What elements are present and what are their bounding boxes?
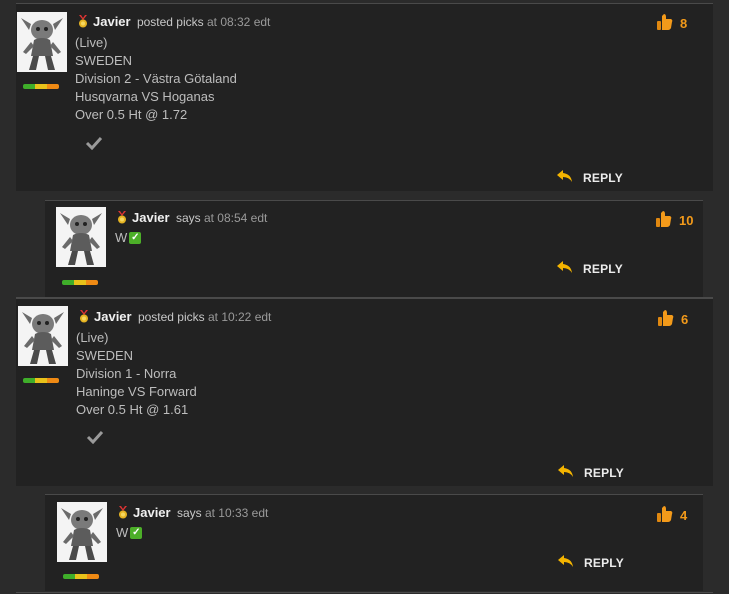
like-button[interactable]: 8 (656, 13, 687, 34)
pick-line: Husqvarna VS Hoganas (75, 89, 215, 104)
rank-bar (23, 378, 59, 383)
post-time: at 10:22 edt (207, 310, 272, 324)
pick-line: Over 0.5 Ht @ 1.61 (76, 402, 189, 417)
checkmark-icon (85, 136, 103, 153)
pick-line: Haninge VS Forward (76, 384, 197, 399)
like-button[interactable]: 10 (655, 210, 693, 231)
like-count: 10 (679, 213, 694, 228)
checkmark-icon (86, 430, 104, 447)
reply-label: REPLY (583, 262, 623, 276)
pick-line: Division 2 - Västra Götaland (75, 71, 237, 86)
username[interactable]: Javier (133, 505, 171, 520)
like-count: 8 (680, 16, 688, 31)
divider (16, 297, 713, 298)
thumbs-up-icon (657, 309, 675, 330)
rank-bar (62, 280, 98, 285)
post-header: Javier posted picks at 08:32 edt (77, 14, 270, 31)
post-action: says (176, 506, 202, 520)
pick-details: (Live) SWEDEN Division 1 - Norra Haninge… (76, 329, 197, 419)
reply-text-value: W (116, 525, 129, 540)
green-check-icon: ✓ (130, 527, 143, 539)
thumbs-up-icon (656, 505, 674, 526)
medal-icon (78, 310, 90, 326)
thumbs-up-icon (656, 13, 674, 34)
reply-text: W ✓ (115, 229, 142, 247)
post-header: Javier says at 08:54 edt (116, 210, 267, 227)
post-time: at 08:54 edt (203, 211, 268, 225)
post-header: Javier posted picks at 10:22 edt (78, 309, 271, 326)
avatar[interactable] (18, 306, 68, 366)
rank-bar (23, 84, 59, 89)
pick-line: (Live) (75, 35, 108, 50)
reply-button[interactable]: REPLY (558, 555, 624, 571)
pick-line: Division 1 - Norra (76, 366, 177, 381)
avatar[interactable] (56, 207, 106, 267)
green-check-icon: ✓ (129, 232, 142, 244)
medal-icon (117, 506, 129, 522)
reply-text-value: W (115, 230, 128, 245)
post-header: Javier says at 10:33 edt (117, 505, 268, 522)
username[interactable]: Javier (93, 14, 131, 29)
like-button[interactable]: 4 (656, 505, 687, 526)
pick-line: SWEDEN (76, 348, 134, 363)
pick-line: Over 0.5 Ht @ 1.72 (75, 107, 188, 122)
avatar[interactable] (17, 12, 67, 72)
like-button[interactable]: 6 (657, 309, 688, 330)
post-time: at 10:33 edt (204, 506, 269, 520)
like-count: 4 (680, 508, 688, 523)
reply-button[interactable]: REPLY (557, 170, 623, 186)
reply-button[interactable]: REPLY (557, 261, 623, 277)
post-action: posted picks (136, 15, 204, 29)
reply-text: W ✓ (116, 524, 143, 542)
reply-arrow-icon (557, 261, 573, 277)
reply-label: REPLY (584, 466, 624, 480)
thumbs-up-icon (655, 210, 673, 231)
like-count: 6 (681, 312, 689, 327)
comment-post: Javier says at 10:33 edt W ✓ 4 REPLY (45, 494, 703, 591)
comment-post: Javier posted picks at 08:32 edt (Live) … (16, 3, 713, 191)
username[interactable]: Javier (94, 309, 132, 324)
avatar[interactable] (57, 502, 107, 562)
reply-arrow-icon (558, 555, 574, 571)
divider (16, 592, 713, 593)
reply-arrow-icon (557, 170, 573, 186)
pick-line: SWEDEN (75, 53, 133, 68)
rank-bar (63, 574, 99, 579)
reply-label: REPLY (583, 171, 623, 185)
post-action: posted picks (137, 310, 205, 324)
pick-line: (Live) (76, 330, 109, 345)
post-time: at 08:32 edt (206, 15, 271, 29)
comment-post: Javier posted picks at 10:22 edt (Live) … (16, 298, 713, 486)
username[interactable]: Javier (132, 210, 170, 225)
reply-button[interactable]: REPLY (558, 465, 624, 481)
pick-details: (Live) SWEDEN Division 2 - Västra Götala… (75, 34, 237, 124)
reply-arrow-icon (558, 465, 574, 481)
comment-post: Javier says at 08:54 edt W ✓ 10 REPLY (45, 200, 703, 297)
post-action: says (175, 211, 201, 225)
medal-icon (77, 15, 89, 31)
reply-label: REPLY (584, 556, 624, 570)
medal-icon (116, 211, 128, 227)
